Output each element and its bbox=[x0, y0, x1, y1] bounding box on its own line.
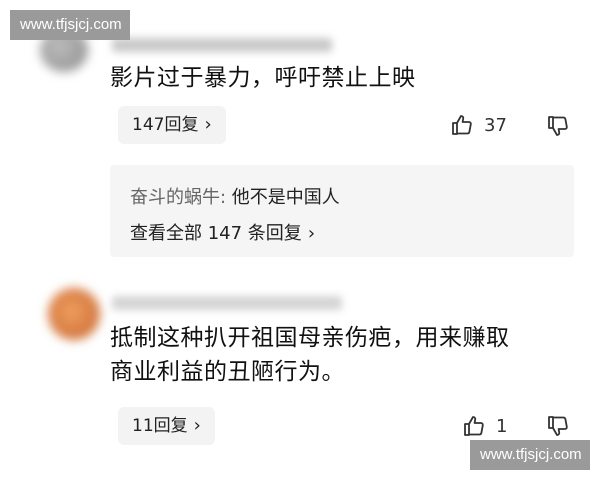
reply-count-button[interactable]: 11回复 › bbox=[118, 407, 215, 445]
reply-count-button[interactable]: 147回复 › bbox=[118, 106, 226, 144]
view-all-replies-link[interactable]: 查看全部 147 条回复 › bbox=[130, 219, 315, 245]
thumbs-down-icon[interactable] bbox=[546, 414, 570, 438]
reply-count-label: 11回复 bbox=[132, 416, 188, 436]
thumbs-up-icon bbox=[464, 416, 484, 436]
like-button[interactable]: 1 bbox=[462, 414, 507, 438]
username-blurred[interactable] bbox=[112, 296, 342, 310]
nested-reply-box[interactable]: 奋斗的蜗牛: 他不是中国人 查看全部 147 条回复 › bbox=[110, 165, 574, 257]
reply-text: 他不是中国人 bbox=[226, 187, 340, 208]
watermark-bottom: www.tfjsjcj.com bbox=[470, 440, 590, 470]
comment-text-line-2: 商业利益的丑陋行为。 bbox=[110, 359, 345, 385]
like-count: 37 bbox=[484, 114, 507, 136]
like-button[interactable]: 37 bbox=[450, 113, 507, 137]
avatar[interactable] bbox=[48, 288, 100, 340]
thumbs-up-icon bbox=[452, 115, 472, 135]
username-blurred[interactable] bbox=[112, 38, 332, 52]
chevron-right-icon: › bbox=[193, 415, 201, 436]
reply-count-label: 147回复 bbox=[132, 115, 199, 135]
comment-text-line-1: 抵制这种扒开祖国母亲伤疤，用来赚取 bbox=[110, 325, 510, 351]
chevron-right-icon: › bbox=[307, 223, 316, 244]
nested-reply: 奋斗的蜗牛: 他不是中国人 bbox=[130, 183, 340, 209]
watermark-top: www.tfjsjcj.com bbox=[10, 10, 130, 40]
view-all-label: 查看全部 147 条回复 bbox=[130, 223, 302, 244]
reply-author[interactable]: 奋斗的蜗牛: bbox=[130, 187, 226, 208]
like-count: 1 bbox=[496, 415, 508, 437]
comment-text: 影片过于暴力，呼吁禁止上映 bbox=[110, 65, 416, 91]
chevron-right-icon: › bbox=[204, 114, 212, 135]
thumbs-down-icon[interactable] bbox=[546, 114, 570, 138]
